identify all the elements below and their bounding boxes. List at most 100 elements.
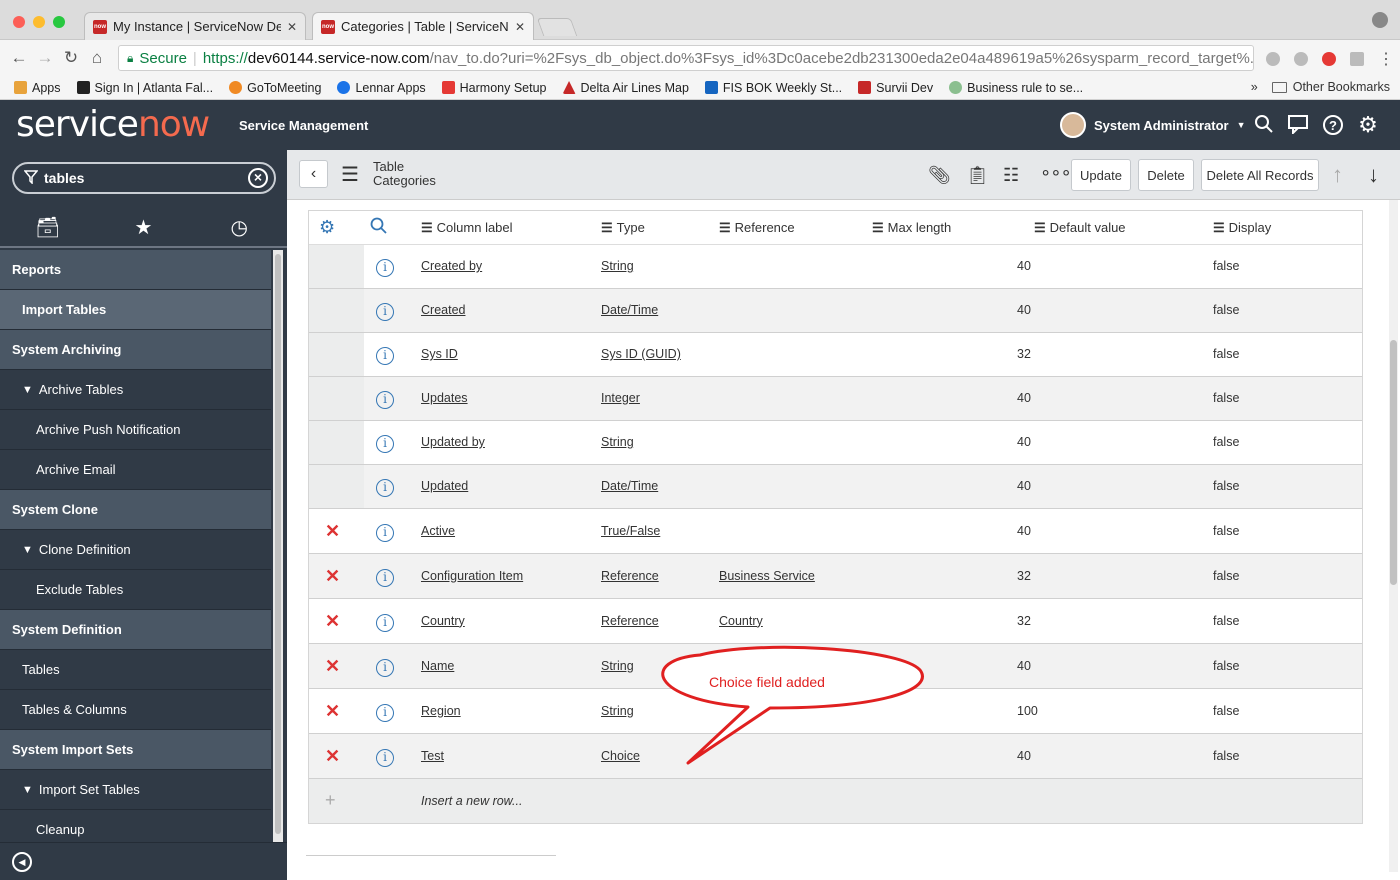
tab-history[interactable]: ◷ (191, 208, 287, 246)
info-icon[interactable]: i (376, 479, 394, 497)
arrow-down-icon[interactable]: ↓ (1368, 162, 1379, 188)
sidebar-item[interactable]: Import Tables (0, 290, 271, 330)
delete-row-icon[interactable]: ✕ (325, 521, 340, 542)
search-icon[interactable] (1253, 114, 1275, 136)
info-icon[interactable]: i (376, 748, 394, 767)
tab-all-apps[interactable]: 🗃︎ (0, 208, 96, 246)
scrollbar-thumb[interactable] (1390, 340, 1397, 585)
column-header-max-length[interactable]: ☰ Max length (872, 220, 951, 236)
info-icon[interactable]: i (376, 347, 394, 365)
back-button[interactable]: ‹ (299, 160, 328, 188)
sidebar-item[interactable]: System Definition (0, 610, 271, 650)
tab-favorites[interactable]: ★ (96, 208, 192, 246)
extension-icon[interactable] (1322, 52, 1336, 66)
bookmark-item[interactable]: Harmony Setup (441, 81, 547, 95)
cell-label[interactable]: Active (421, 524, 455, 538)
cell-type[interactable]: String (601, 659, 634, 673)
bookmark-item[interactable]: Survii Dev (858, 81, 933, 95)
cell-label[interactable]: Sys ID (421, 347, 458, 361)
info-icon[interactable]: i (376, 658, 394, 677)
cell-type[interactable]: String (601, 704, 634, 718)
cell-reference[interactable]: Business Service (719, 569, 815, 583)
cell-type[interactable]: String (601, 435, 634, 449)
bookmark-item[interactable]: Sign In | Atlanta Fal... (76, 81, 213, 95)
minimize-window-button[interactable] (33, 16, 45, 28)
sidebar-item[interactable]: System Archiving (0, 330, 271, 370)
delete-row-icon[interactable]: ✕ (325, 566, 340, 587)
close-tab-icon[interactable]: ✕ (515, 20, 525, 34)
home-icon[interactable]: ⌂ (84, 48, 110, 68)
bookmark-item[interactable]: FIS BOK Weekly St... (704, 81, 842, 95)
column-menu-icon[interactable]: ☰ (1034, 220, 1046, 236)
sidebar-item[interactable]: ▼ Clone Definition (0, 530, 271, 570)
gear-icon[interactable]: ⚙ (1357, 114, 1379, 136)
navigator-scrollbar[interactable] (273, 250, 283, 842)
plus-icon[interactable]: + (325, 790, 336, 811)
column-menu-icon[interactable]: ☰ (421, 220, 433, 236)
delete-all-records-button[interactable]: Delete All Records (1201, 159, 1319, 191)
cell-type[interactable]: Date/Time (601, 479, 658, 493)
cell-type[interactable]: Sys ID (GUID) (601, 347, 681, 361)
sidebar-item[interactable]: Exclude Tables (0, 570, 271, 610)
context-menu-icon[interactable]: ☰ (341, 162, 359, 187)
page-scrollbar[interactable] (1389, 200, 1398, 872)
back-arrow-icon[interactable]: ← (6, 48, 32, 68)
more-options-icon[interactable]: ∘∘∘ (1040, 162, 1072, 183)
column-menu-icon[interactable]: ☰ (719, 220, 731, 236)
column-menu-icon[interactable]: ☰ (601, 220, 613, 236)
clipboard-icon[interactable]: 📋︎ (966, 165, 989, 186)
update-button[interactable]: Update (1071, 159, 1131, 191)
info-icon[interactable]: i (376, 391, 394, 409)
insert-row[interactable]: + Insert a new row... (309, 779, 1362, 823)
cell-type[interactable]: String (601, 259, 634, 273)
sidebar-item[interactable]: System Import Sets (0, 730, 271, 770)
extension-icon[interactable] (1266, 52, 1280, 66)
delete-row-icon[interactable]: ✕ (325, 611, 340, 632)
help-icon[interactable]: ? (1322, 114, 1344, 136)
cell-label[interactable]: Created by (421, 259, 482, 273)
reload-icon[interactable]: ↻ (58, 48, 84, 68)
cell-type[interactable]: Reference (601, 614, 659, 628)
browser-menu-icon[interactable]: ⋮ (1378, 49, 1394, 69)
cell-label[interactable]: Region (421, 704, 461, 718)
column-header-display[interactable]: ☰ Display (1213, 220, 1271, 236)
sidebar-item[interactable]: Archive Email (0, 450, 271, 490)
cell-type[interactable]: True/False (601, 524, 660, 538)
cell-label[interactable]: Country (421, 614, 465, 628)
browser-tab-active[interactable]: now Categories | Table | ServiceNo ✕ (312, 12, 534, 40)
list-settings-gear-icon[interactable]: ⚙ (319, 217, 335, 238)
cell-type[interactable]: Integer (601, 391, 640, 405)
search-icon[interactable] (370, 217, 388, 238)
forward-arrow-icon[interactable]: → (32, 48, 58, 68)
info-icon[interactable]: i (376, 568, 394, 587)
sidebar-item[interactable]: Tables & Columns (0, 690, 271, 730)
info-icon[interactable]: i (376, 523, 394, 542)
close-tab-icon[interactable]: ✕ (287, 20, 297, 34)
sidebar-item[interactable]: Tables (0, 650, 271, 690)
navigator-filter-input[interactable]: tables × (12, 162, 276, 194)
cell-label[interactable]: Test (421, 749, 444, 763)
expand-triangle-icon[interactable]: ▼ (22, 784, 33, 796)
bookmark-item[interactable]: Delta Air Lines Map (562, 81, 689, 95)
extension-icon[interactable] (1294, 52, 1308, 66)
cell-label[interactable]: Updates (421, 391, 468, 405)
clear-filter-icon[interactable]: × (248, 168, 268, 188)
sidebar-item[interactable]: ▼ Import Set Tables (0, 770, 271, 810)
info-icon[interactable]: i (376, 303, 394, 321)
paperclip-icon[interactable]: 📎︎ (928, 165, 951, 186)
cell-reference[interactable]: Country (719, 614, 763, 628)
collapse-navigator-icon[interactable]: ◀ (12, 852, 32, 872)
info-icon[interactable]: i (376, 613, 394, 632)
cell-type[interactable]: Choice (601, 749, 640, 763)
browser-tab[interactable]: now My Instance | ServiceNow Dev ✕ (84, 12, 306, 40)
column-menu-icon[interactable]: ☰ (1213, 220, 1225, 236)
bookmark-item[interactable]: GoToMeeting (229, 81, 321, 95)
cell-type[interactable]: Reference (601, 569, 659, 583)
bookmark-item[interactable]: Lennar Apps (337, 81, 426, 95)
arrow-up-icon[interactable]: ↑ (1332, 162, 1343, 188)
profile-icon[interactable] (1372, 12, 1388, 28)
other-bookmarks[interactable]: » Other Bookmarks (1251, 80, 1390, 94)
column-header-type[interactable]: ☰ Type (601, 220, 645, 236)
sidebar-item[interactable]: Cleanup (0, 810, 271, 842)
delete-row-icon[interactable]: ✕ (325, 701, 340, 722)
